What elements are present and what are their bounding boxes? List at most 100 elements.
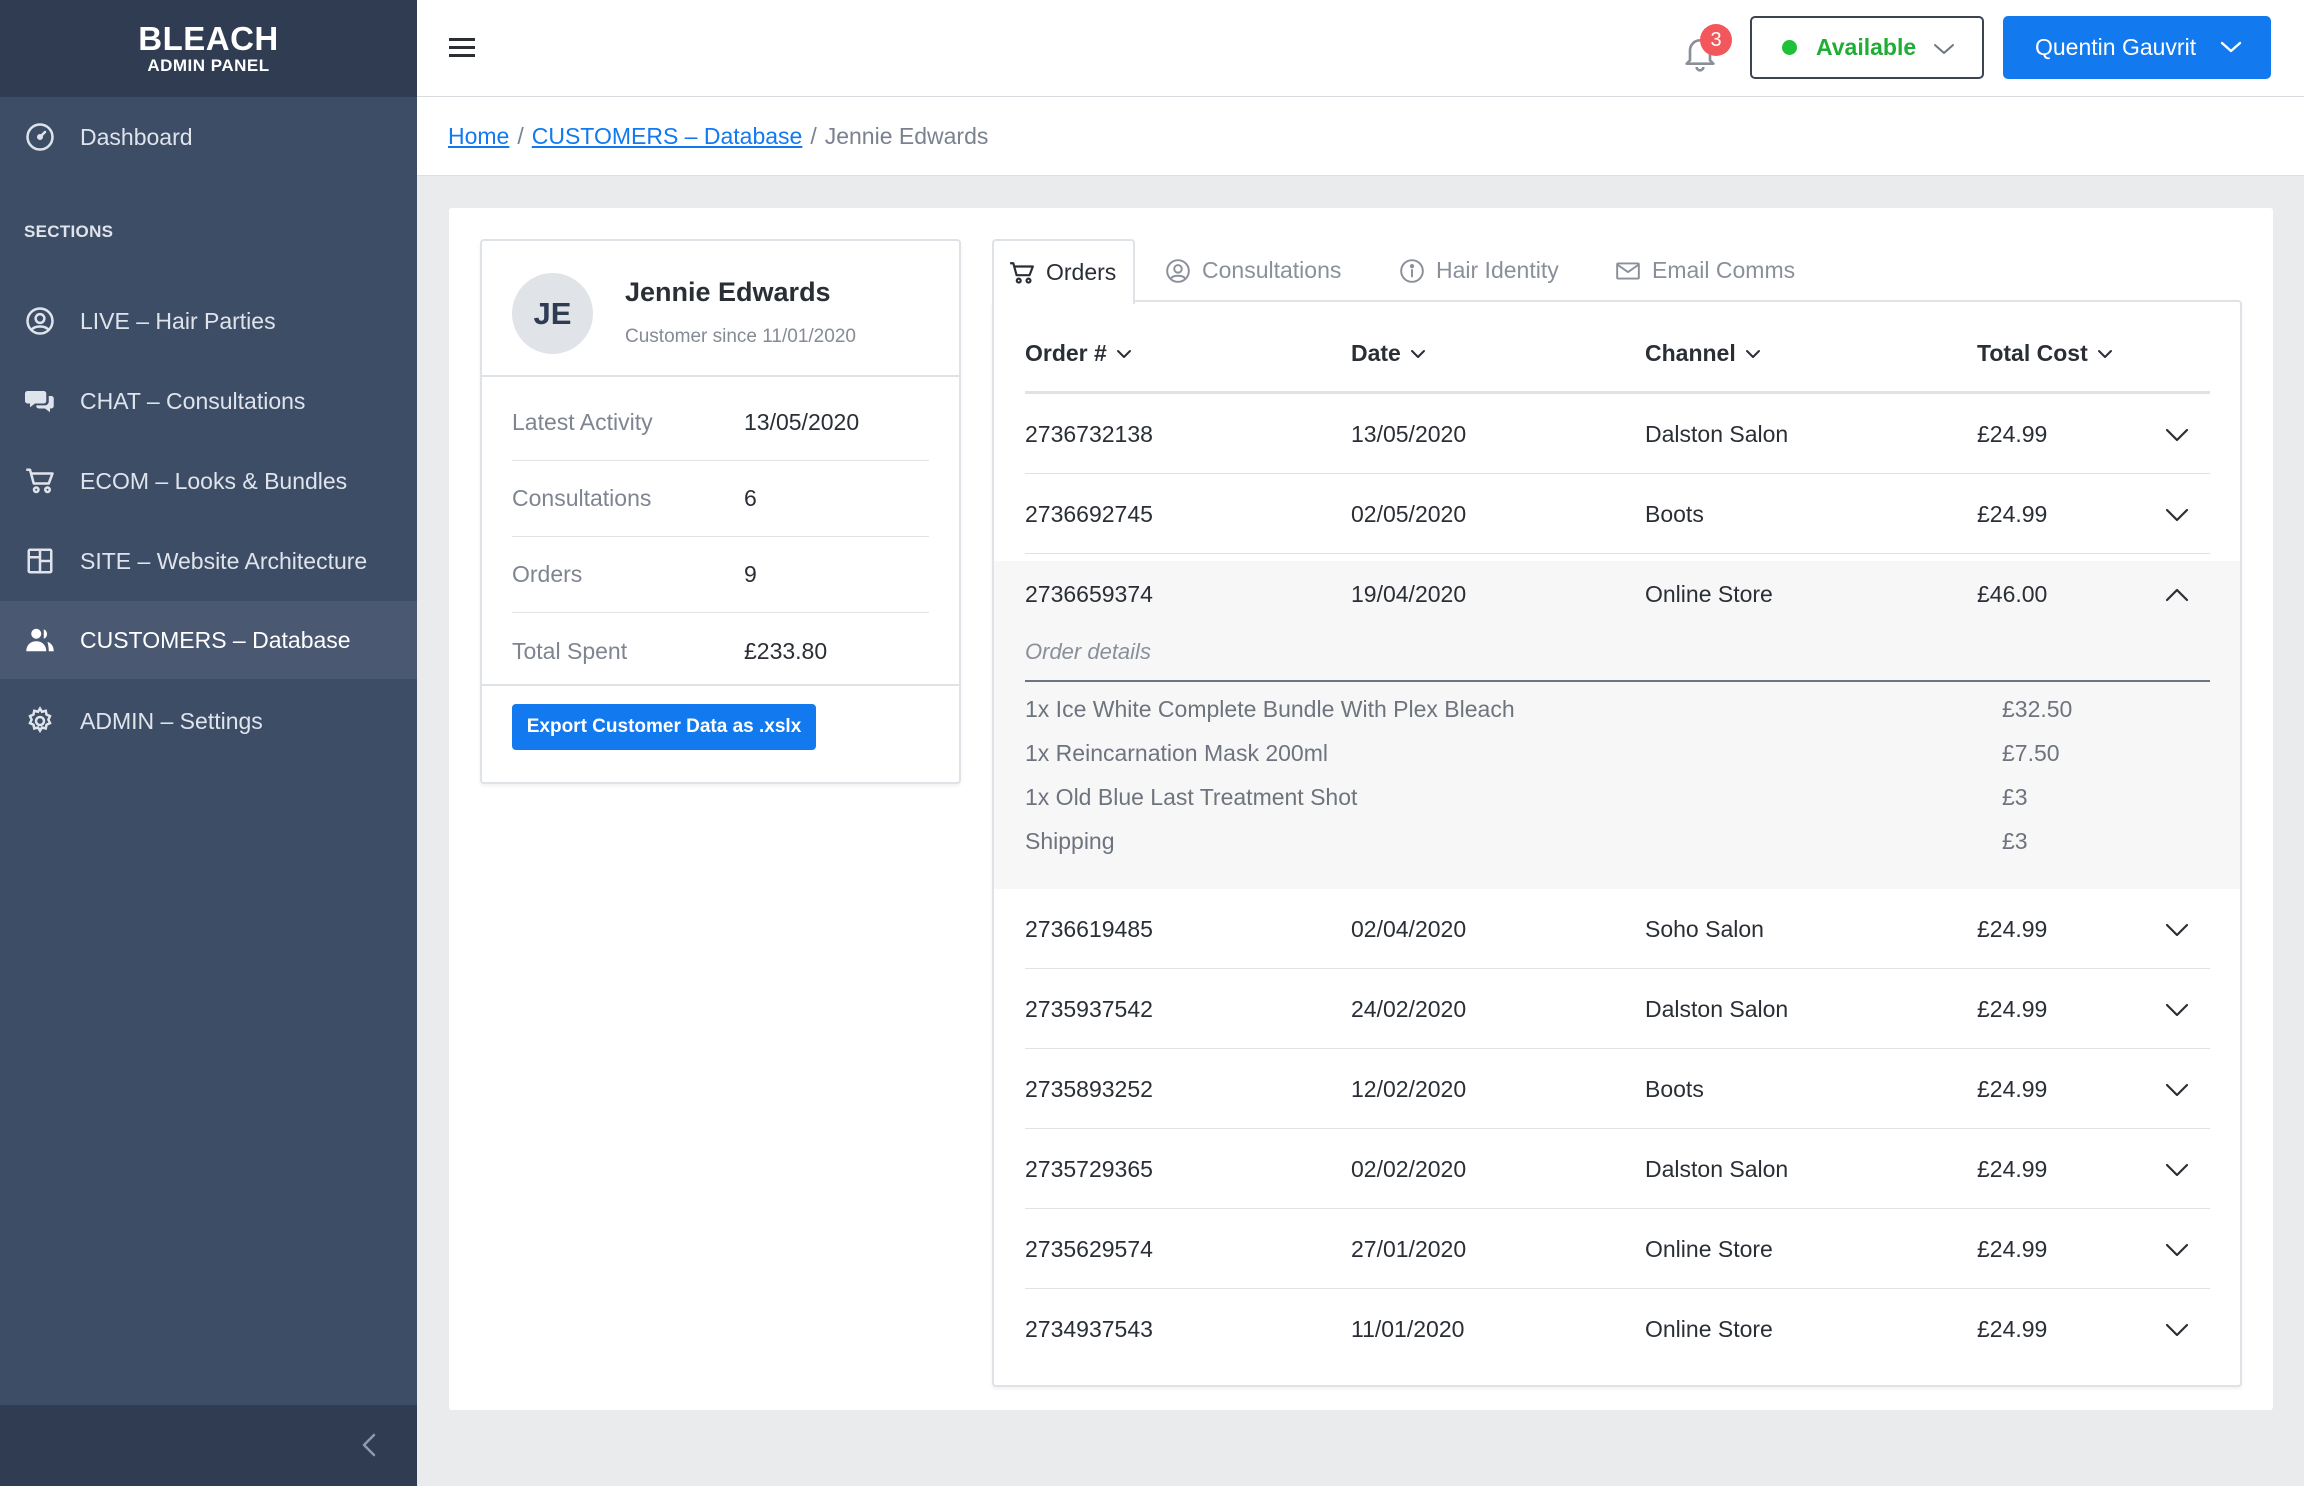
sidebar-item-admin[interactable]: ADMIN – Settings — [0, 682, 417, 760]
order-total: £24.99 — [1977, 420, 2048, 447]
customer-since: Customer since 11/01/2020 — [625, 326, 856, 347]
brand-logo[interactable]: BLEACH ADMIN PANEL — [0, 0, 417, 97]
envelope-icon — [1614, 257, 1642, 285]
chevron-down-icon — [2165, 508, 2189, 522]
export-customer-data-button[interactable]: Export Customer Data as .xslx — [512, 704, 816, 750]
breadcrumb-home-link[interactable]: Home — [448, 123, 509, 150]
column-header-order-number[interactable]: Order # — [1025, 340, 1133, 367]
order-date: 02/05/2020 — [1351, 500, 1467, 527]
order-line-price: £7.50 — [2002, 740, 2060, 766]
order-line-price: £3 — [2002, 784, 2028, 810]
order-total: £24.99 — [1977, 1315, 2048, 1342]
user-menu-dropdown[interactable]: Quentin Gauvrit — [2003, 16, 2271, 79]
chevron-down-icon — [2097, 349, 2112, 358]
chevron-left-icon — [362, 1433, 376, 1457]
chevron-down-icon — [1745, 349, 1760, 358]
sidebar-item-site[interactable]: SITE – Website Architecture — [0, 522, 417, 600]
brand-subtitle: ADMIN PANEL — [147, 55, 270, 75]
expand-row-button[interactable] — [2161, 914, 2193, 946]
order-date: 13/05/2020 — [1351, 420, 1467, 447]
tab-label: Hair Identity — [1436, 257, 1559, 283]
order-channel: Boots — [1645, 500, 1704, 527]
order-number: 2735629574 — [1025, 1235, 1153, 1262]
order-date: 11/01/2020 — [1351, 1315, 1465, 1342]
column-header-label: Order # — [1025, 340, 1107, 366]
topbar: 3 Available Quentin Gauvrit — [417, 0, 2304, 97]
expand-row-button[interactable] — [2161, 499, 2193, 531]
tab-email-comms[interactable]: Email Comms — [1614, 239, 1795, 302]
order-date: 27/01/2020 — [1351, 1235, 1467, 1262]
users-icon — [24, 624, 56, 656]
availability-label: Available — [1816, 34, 1917, 60]
expand-row-button[interactable] — [2161, 994, 2193, 1026]
stat-value: 13/05/2020 — [744, 409, 860, 435]
column-header-channel[interactable]: Channel — [1645, 340, 1762, 367]
expand-row-button[interactable] — [2161, 1074, 2193, 1106]
layout-icon — [24, 545, 56, 577]
sidebar-item-customers[interactable]: CUSTOMERS – Database — [0, 601, 417, 679]
column-header-label: Date — [1351, 340, 1401, 366]
customer-name: Jennie Edwards — [625, 277, 831, 307]
table-row-expanded[interactable]: 2736659374 19/04/2020 Online Store £46.0… — [994, 554, 2240, 634]
sidebar-item-label: SITE – Website Architecture — [80, 547, 368, 574]
chevron-down-icon — [2165, 1163, 2189, 1177]
expand-row-button[interactable] — [2161, 1154, 2193, 1186]
tab-orders[interactable]: Orders — [992, 239, 1135, 304]
notification-count-badge: 3 — [1700, 24, 1732, 56]
breadcrumb-customers-link[interactable]: CUSTOMERS – Database — [532, 123, 803, 150]
collapse-row-button[interactable] — [2161, 579, 2193, 611]
info-circle-icon — [1398, 257, 1426, 285]
dashboard-gauge-icon — [24, 121, 56, 153]
order-total: £24.99 — [1977, 915, 2048, 942]
table-row[interactable]: 2734937543 11/01/2020 Online Store £24.9… — [994, 1289, 2240, 1369]
order-line-item: 1x Ice White Complete Bundle With Plex B… — [1025, 696, 1515, 722]
order-total: £46.00 — [1977, 580, 2048, 607]
divider — [482, 684, 959, 686]
stat-total-spent: Total Spent £233.80 — [512, 613, 929, 689]
table-row[interactable]: 2736692745 02/05/2020 Boots £24.99 — [994, 474, 2240, 554]
expand-row-button[interactable] — [2161, 419, 2193, 451]
user-circle-icon — [1164, 257, 1192, 285]
order-date: 02/04/2020 — [1351, 915, 1467, 942]
table-row[interactable]: 2736732138 13/05/2020 Dalston Salon £24.… — [994, 394, 2240, 474]
column-header-total-cost[interactable]: Total Cost — [1977, 340, 2114, 367]
chevron-down-icon — [2165, 1323, 2189, 1337]
order-number: 2736619485 — [1025, 915, 1153, 942]
sidebar: BLEACH ADMIN PANEL Dashboard SECTIONS LI… — [0, 0, 417, 1486]
order-total: £24.99 — [1977, 1235, 2048, 1262]
menu-toggle-button[interactable] — [447, 33, 479, 63]
sidebar-item-label: LIVE – Hair Parties — [80, 307, 276, 334]
order-line-price: £3 — [2002, 828, 2028, 854]
order-number: 2735893252 — [1025, 1075, 1153, 1102]
order-details-label: Order details — [1025, 639, 1151, 664]
column-header-date[interactable]: Date — [1351, 340, 1427, 367]
chevron-down-icon — [2165, 1003, 2189, 1017]
expand-row-button[interactable] — [2161, 1234, 2193, 1266]
sidebar-item-label: Dashboard — [80, 123, 193, 150]
collapse-sidebar-button[interactable] — [351, 1427, 387, 1463]
table-row[interactable]: 2735629574 27/01/2020 Online Store £24.9… — [994, 1209, 2240, 1289]
sidebar-item-chat[interactable]: CHAT – Consultations — [0, 362, 417, 440]
order-channel: Dalston Salon — [1645, 995, 1789, 1022]
tab-hair-identity[interactable]: Hair Identity — [1398, 239, 1559, 302]
availability-dropdown[interactable]: Available — [1750, 16, 1984, 79]
order-line-item: 1x Old Blue Last Treatment Shot — [1025, 784, 1358, 810]
tab-consultations[interactable]: Consultations — [1164, 239, 1341, 302]
chevron-down-icon — [2165, 1083, 2189, 1097]
stat-label: Orders — [512, 561, 583, 587]
order-total: £24.99 — [1977, 500, 2048, 527]
status-dot — [1782, 40, 1797, 55]
stat-consultations: Consultations 6 — [512, 461, 929, 537]
sidebar-item-dashboard[interactable]: Dashboard — [0, 98, 417, 176]
table-row[interactable]: 2735729365 02/02/2020 Dalston Salon £24.… — [994, 1129, 2240, 1209]
sidebar-item-ecom[interactable]: ECOM – Looks & Bundles — [0, 442, 417, 520]
expand-row-button[interactable] — [2161, 1314, 2193, 1346]
sidebar-item-label: CUSTOMERS – Database — [80, 626, 351, 653]
table-row[interactable]: 2735893252 12/02/2020 Boots £24.99 — [994, 1049, 2240, 1129]
chevron-down-icon — [2165, 1243, 2189, 1257]
table-row[interactable]: 2736619485 02/04/2020 Soho Salon £24.99 — [994, 889, 2240, 969]
sidebar-item-live[interactable]: LIVE – Hair Parties — [0, 282, 417, 360]
orders-table: Order # Date Channel Total Cost Order de… — [992, 300, 2242, 1387]
table-row[interactable]: 2735937542 24/02/2020 Dalston Salon £24.… — [994, 969, 2240, 1049]
stat-value: £233.80 — [744, 637, 828, 664]
